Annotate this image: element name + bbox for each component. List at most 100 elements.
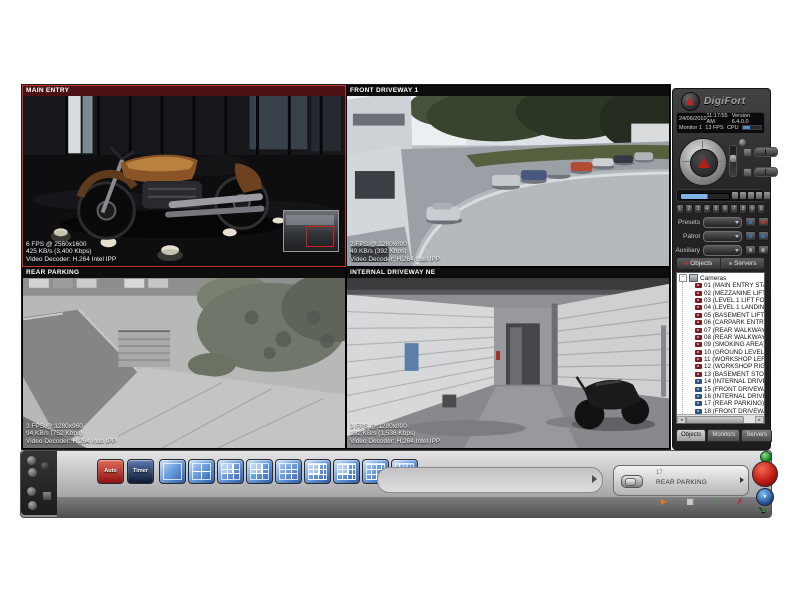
scroll-left-icon[interactable]: ◂: [677, 416, 686, 424]
sidebar-bottom-tab[interactable]: Servers: [741, 429, 772, 442]
zoom-icon[interactable]: [740, 192, 746, 199]
presets-dropdown[interactable]: [703, 217, 742, 228]
camera-tile-rear-parking[interactable]: REAR PARKING 3 FPS @ 1280x960 94 KB/s (7…: [22, 267, 346, 449]
camera-tree-item[interactable]: 15 (FRONT DRIVEWAY 2): [695, 385, 764, 392]
tab-servers[interactable]: Servers: [720, 258, 764, 269]
preset-number-button[interactable]: 1: [676, 204, 684, 214]
camera-tree-item[interactable]: 06 (CARPARK ENTRY): [695, 319, 764, 326]
camera-tree-item[interactable]: 10 (GROUND LEVEL LIFT FOYER): [695, 349, 764, 356]
auxiliary-off-button[interactable]: [758, 245, 769, 255]
focus-rocker-button[interactable]: [754, 167, 778, 177]
snapshot-icon[interactable]: [28, 468, 37, 477]
bottom-toolbar: Auto Timer 17 REAR PARKING ▶ ▦ ✓ ✗ ▼ ↘: [20, 450, 772, 518]
salvo-box-icon[interactable]: ▦: [683, 495, 697, 508]
record-button[interactable]: [752, 461, 778, 487]
patrol-label: Patrol: [673, 233, 703, 240]
patrol-dropdown[interactable]: [703, 231, 742, 242]
tree-root-cameras[interactable]: Cameras: [677, 273, 764, 282]
scrollbar-thumb[interactable]: [686, 416, 744, 424]
ptz-sensitivity-slider[interactable]: [680, 193, 730, 200]
camera-tree-item[interactable]: 14 (INTERNAL DRIVEWAY SW): [695, 378, 764, 385]
auxiliary-on-button[interactable]: [745, 245, 756, 255]
camera-tree-item[interactable]: 04 (LEVEL 1 LANDING): [695, 304, 764, 311]
layout-1-button[interactable]: [159, 459, 186, 484]
layout-9-button[interactable]: [275, 459, 302, 484]
patrol-stop-button[interactable]: [758, 231, 769, 241]
camera-tile-front-driveway[interactable]: FRONT DRIVEWAY 1 2 FPS @ 1280x800 49 KB/…: [346, 85, 670, 267]
camera-tree-item[interactable]: 07 (REAR WALKWAY SOUTHWEST): [695, 326, 764, 333]
layout-6-button[interactable]: [217, 459, 244, 484]
slider-thumb[interactable]: [730, 155, 736, 162]
joystick-knob[interactable]: [690, 149, 718, 177]
video-grid: MAIN ENTRY 6 FPS @ 2560x1600 425 KB/s (3…: [21, 84, 671, 450]
preset-goto-button[interactable]: [745, 217, 756, 227]
scroll-right-icon[interactable]: ▸: [755, 416, 764, 424]
cameras-group-icon: [689, 274, 698, 282]
layout-10-button[interactable]: [304, 459, 331, 484]
camera-tree-item[interactable]: 05 (BASEMENT LIFT FOYER): [695, 312, 764, 319]
layout-timer-button[interactable]: Timer: [127, 459, 154, 484]
panel-tabs: Objects Servers: [676, 257, 765, 270]
next-camera-icon[interactable]: [740, 477, 744, 483]
camera-tree-item[interactable]: 03 (LEVEL 1 LIFT FOYER): [695, 297, 764, 304]
layout-8-button[interactable]: [246, 459, 273, 484]
ptz-speed-slider[interactable]: [729, 145, 737, 177]
ptz-joystick[interactable]: [679, 138, 727, 186]
preset-number-button[interactable]: 4: [703, 204, 711, 214]
selected-camera-name: REAR PARKING: [656, 479, 707, 486]
preset-number-button[interactable]: 7: [730, 204, 738, 214]
camera-tile-internal-driveway[interactable]: INTERNAL DRIVEWAY NE 3 FPS @ 1280x800 19…: [346, 267, 670, 449]
camera-tree-item[interactable]: 08 (REAR WALKWAY NORTHEAST): [695, 334, 764, 341]
camera-tile-main-entry[interactable]: MAIN ENTRY 6 FPS @ 2560x1600 425 KB/s (3…: [22, 85, 346, 267]
sidebar-bottom-tab[interactable]: Monitors: [707, 429, 740, 442]
zoom-region-box[interactable]: [306, 226, 334, 247]
confirm-icon[interactable]: ✓: [709, 495, 723, 508]
lock-icon[interactable]: [748, 192, 754, 199]
camera-tree-item[interactable]: 11 (WORKSHOP LEFT): [695, 356, 764, 363]
camera-tree-item[interactable]: 17 (REAR PARKING): [695, 400, 764, 407]
brush-icon[interactable]: [28, 501, 37, 510]
iris-icon: [743, 148, 752, 157]
settings-gear-icon[interactable]: [27, 456, 36, 465]
camera-tree-item[interactable]: 02 (MEZZANINE LIFT FOYER): [695, 289, 764, 296]
camera-selector-panel[interactable]: 17 REAR PARKING: [613, 465, 749, 496]
track-arrow-icon[interactable]: [592, 475, 597, 483]
camera-tree-item[interactable]: 13 (BASEMENT STORAGE): [695, 371, 764, 378]
logo-triangle-icon: [686, 97, 694, 105]
preset-number-button[interactable]: 0: [757, 204, 765, 214]
collapse-icon[interactable]: [679, 274, 687, 282]
camera-tree-item[interactable]: 01 (MAIN ENTRY STAIRS): [695, 282, 764, 289]
light-icon[interactable]: [732, 192, 738, 199]
preset-number-button[interactable]: 5: [712, 204, 720, 214]
camera-tree-item[interactable]: 16 (INTERNAL DRIVEWAY NE): [695, 393, 764, 400]
layout-13-button[interactable]: [333, 459, 360, 484]
tab-objects[interactable]: Objects: [677, 258, 720, 269]
ring-icon[interactable]: [41, 462, 49, 470]
home-icon[interactable]: [756, 192, 762, 199]
patrol-start-button[interactable]: [745, 231, 756, 241]
layout-auto-button[interactable]: Auto: [97, 459, 124, 484]
preset-number-button[interactable]: 8: [739, 204, 747, 214]
sidebar-bottom-tab[interactable]: Objects: [676, 429, 706, 442]
wrench-icon[interactable]: [764, 192, 770, 199]
camera-tree-item[interactable]: 12 (WORKSHOP RIGHT): [695, 363, 764, 370]
digital-zoom-thumbnail[interactable]: [283, 210, 339, 252]
preset-number-button[interactable]: 3: [694, 204, 702, 214]
preset-number-button[interactable]: 6: [721, 204, 729, 214]
cancel-icon[interactable]: ✗: [733, 495, 747, 508]
stream-fps: 3 FPS @ 1280x960: [26, 423, 116, 431]
iris-rocker-button[interactable]: [754, 147, 778, 157]
camera-icon: [695, 401, 702, 406]
preset-number-button[interactable]: 9: [748, 204, 756, 214]
camera-scroll-track[interactable]: [377, 467, 603, 493]
preset-number-button[interactable]: 2: [685, 204, 693, 214]
horizontal-scrollbar[interactable]: ◂ ▸: [677, 414, 764, 423]
auxiliary-dropdown[interactable]: [703, 245, 742, 256]
preset-save-button[interactable]: [758, 217, 769, 227]
lens-icon[interactable]: [27, 487, 36, 496]
mosaic-icon[interactable]: [42, 491, 52, 501]
move-camera-icon[interactable]: ▶: [657, 495, 671, 508]
resize-arrow-icon[interactable]: ↘: [758, 504, 766, 515]
camera-tree-item[interactable]: 09 (SMOKING AREA): [695, 341, 764, 348]
layout-4-button[interactable]: [188, 459, 215, 484]
